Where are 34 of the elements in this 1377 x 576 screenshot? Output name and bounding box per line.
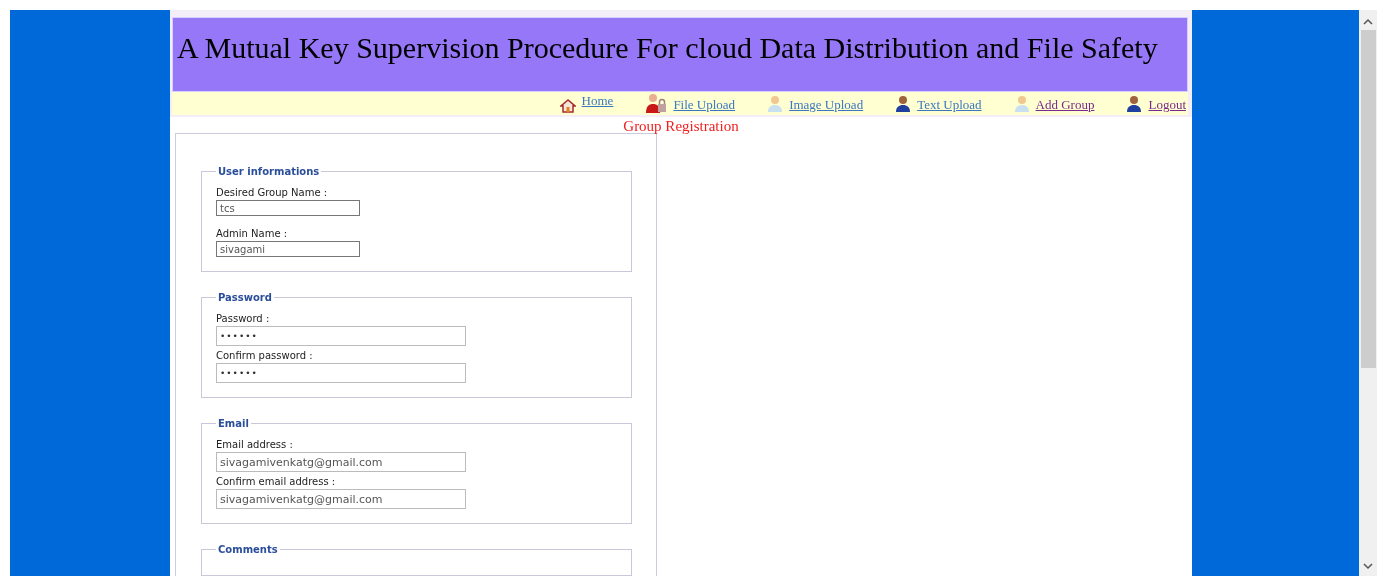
field-label: Email address : [216, 439, 294, 450]
scroll-down-icon[interactable] [1363, 562, 1373, 570]
email-field[interactable]: sivagamivenkatg@gmail.com [216, 452, 466, 472]
section-legend: Email [216, 418, 251, 429]
email-field[interactable]: sivagamivenkatg@gmail.com [216, 489, 466, 509]
nav-link[interactable]: Logout [1148, 97, 1186, 113]
user-icon [1126, 95, 1143, 113]
field-label: Confirm email address : [216, 476, 337, 487]
user-icon [895, 95, 912, 113]
password-field[interactable]: •••••• [216, 326, 466, 346]
text-field[interactable]: tcs [216, 200, 360, 216]
user-lock-icon [645, 93, 668, 113]
scroll-thumb[interactable] [1360, 30, 1376, 368]
field-label: Admin Name : [216, 228, 289, 239]
nav-link[interactable]: Add Group [1035, 97, 1095, 113]
house-icon [559, 99, 576, 113]
field-label: Confirm password : [216, 350, 314, 361]
field-label: Desired Group Name : [216, 187, 329, 198]
nav-link[interactable]: Text Upload [917, 97, 982, 113]
password-field[interactable]: •••••• [216, 363, 466, 383]
page-heading: Group Registration [622, 118, 740, 135]
section-legend: Comments [216, 544, 280, 555]
field-label: Password : [216, 313, 271, 324]
scrollbar[interactable] [1359, 10, 1377, 576]
nav-link[interactable]: File Upload [673, 97, 736, 113]
site-title: A Mutual Key Supervision Procedure For cloud Data Distribution and File Safety [177, 31, 1158, 64]
nav-link[interactable]: Home [581, 93, 614, 109]
nav-link[interactable]: Image Upload [789, 97, 864, 113]
scroll-up-icon[interactable] [1363, 18, 1373, 26]
user-icon [767, 95, 784, 113]
section-legend: Password [216, 292, 274, 303]
user-icon [1013, 95, 1030, 113]
section-legend: User informations [216, 166, 322, 177]
text-field[interactable]: sivagami [216, 241, 360, 257]
